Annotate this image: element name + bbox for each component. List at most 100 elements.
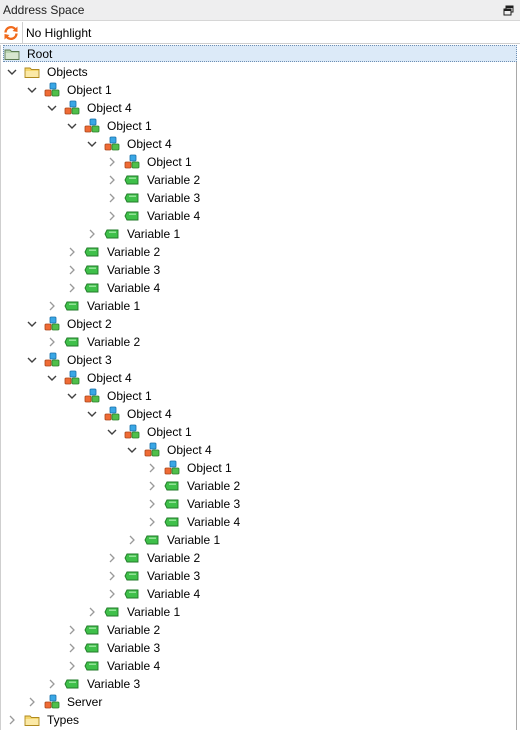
chevron-down-icon[interactable] [86, 138, 98, 150]
chevron-right-icon[interactable] [6, 714, 18, 726]
chevron-right-icon[interactable] [66, 624, 78, 636]
chevron-right-icon[interactable] [146, 516, 158, 528]
tree-node[interactable]: Variable 2 [1, 333, 517, 351]
tree-node-label: Variable 2 [147, 551, 201, 565]
chevron-right-icon[interactable] [66, 642, 78, 654]
tree-node[interactable]: Object 4 [1, 369, 517, 387]
chevron-right-icon[interactable] [86, 606, 98, 618]
tree-node-label: Variable 3 [87, 677, 141, 691]
tree-node[interactable]: Variable 1 [1, 297, 517, 315]
chevron-down-icon[interactable] [106, 426, 118, 438]
chevron-right-icon[interactable] [146, 480, 158, 492]
highlight-mode-button[interactable]: No Highlight [26, 26, 91, 40]
chevron-right-icon[interactable] [26, 696, 38, 708]
tree-node-label: Server [67, 695, 103, 709]
variable-icon [124, 193, 139, 203]
chevron-down-icon[interactable] [26, 354, 38, 366]
tree-node[interactable]: Variable 3 [1, 675, 517, 693]
chevron-right-icon[interactable] [46, 300, 58, 312]
tree-node[interactable]: Root [1, 45, 517, 63]
chevron-right-icon[interactable] [106, 588, 118, 600]
chevron-right-icon[interactable] [46, 678, 58, 690]
tree-node[interactable]: Variable 1 [1, 603, 517, 621]
tree-node[interactable]: Variable 2 [1, 549, 517, 567]
chevron-right-icon[interactable] [66, 246, 78, 258]
tree-node[interactable]: Object 3 [1, 351, 517, 369]
selection-highlight [3, 45, 517, 62]
tree-node[interactable]: Variable 2 [1, 621, 517, 639]
tree-node[interactable]: Variable 3 [1, 639, 517, 657]
tree-node[interactable]: Object 4 [1, 135, 517, 153]
chevron-right-icon[interactable] [66, 264, 78, 276]
chevron-right-icon[interactable] [66, 282, 78, 294]
tree-node-label: Variable 2 [107, 245, 161, 259]
tree-node[interactable]: Variable 1 [1, 531, 517, 549]
tree-node[interactable]: Variable 2 [1, 243, 517, 261]
tree-node[interactable]: Variable 2 [1, 171, 517, 189]
chevron-down-icon[interactable] [86, 408, 98, 420]
tree-node[interactable]: Object 1 [1, 153, 517, 171]
tree-node-label: Variable 2 [107, 623, 161, 637]
chevron-right-icon[interactable] [106, 156, 118, 168]
tree-node[interactable]: Variable 4 [1, 585, 517, 603]
chevron-down-icon[interactable] [46, 102, 58, 114]
chevron-right-icon[interactable] [106, 552, 118, 564]
address-space-tree[interactable]: Root Objects Object 1 Object 4 Object 1 Objec… [0, 45, 517, 730]
tree-node-label: Object 2 [67, 317, 112, 331]
tree-node[interactable]: Object 4 [1, 99, 517, 117]
tree-node[interactable]: Variable 3 [1, 261, 517, 279]
chevron-down-icon[interactable] [66, 390, 78, 402]
tree-node[interactable]: Variable 4 [1, 513, 517, 531]
chevron-down-icon[interactable] [26, 84, 38, 96]
chevron-down-icon[interactable] [26, 318, 38, 330]
tree-node[interactable]: Object 1 [1, 459, 517, 477]
tree-node[interactable]: Object 2 [1, 315, 517, 333]
chevron-down-icon[interactable] [66, 120, 78, 132]
chevron-right-icon[interactable] [106, 174, 118, 186]
chevron-right-icon[interactable] [106, 570, 118, 582]
chevron-right-icon[interactable] [146, 462, 158, 474]
tree-node[interactable]: Object 1 [1, 387, 517, 405]
tree-node[interactable]: Variable 3 [1, 189, 517, 207]
chevron-down-icon[interactable] [46, 372, 58, 384]
toolbar: No Highlight [0, 22, 520, 44]
tree-node[interactable]: Variable 4 [1, 279, 517, 297]
chevron-right-icon[interactable] [126, 534, 138, 546]
chevron-down-icon[interactable] [126, 444, 138, 456]
variable-icon [84, 247, 99, 257]
tree-node[interactable]: Server [1, 693, 517, 711]
tree-node[interactable]: Variable 4 [1, 207, 517, 225]
tree-node-label: Object 1 [187, 461, 232, 475]
tree-node[interactable]: Object 1 [1, 81, 517, 99]
tree-node[interactable]: Object 1 [1, 117, 517, 135]
chevron-right-icon[interactable] [46, 336, 58, 348]
chevron-right-icon[interactable] [66, 660, 78, 672]
chevron-right-icon[interactable] [106, 210, 118, 222]
tree-node[interactable]: Variable 3 [1, 567, 517, 585]
chevron-down-icon[interactable] [6, 66, 18, 78]
chevron-right-icon[interactable] [86, 228, 98, 240]
tree-node-label: Variable 1 [167, 533, 221, 547]
chevron-right-icon[interactable] [106, 192, 118, 204]
tree-node-label: Root [27, 47, 53, 61]
tree-node[interactable]: Object 1 [1, 423, 517, 441]
tree-node-label: Variable 4 [107, 281, 161, 295]
tree-node-label: Variable 3 [107, 641, 161, 655]
tree-node[interactable]: Objects [1, 63, 517, 81]
chevron-right-icon[interactable] [146, 498, 158, 510]
tree-node[interactable]: Object 4 [1, 441, 517, 459]
tree-node[interactable]: Variable 2 [1, 477, 517, 495]
tree-node[interactable]: Object 4 [1, 405, 517, 423]
tree-node-label: Object 4 [87, 101, 132, 115]
refresh-icon[interactable] [2, 24, 20, 42]
tree-node-label: Object 4 [127, 137, 172, 151]
tree-node[interactable]: Variable 3 [1, 495, 517, 513]
tree-node[interactable]: Types [1, 711, 517, 729]
tree-node[interactable]: Variable 1 [1, 225, 517, 243]
object-icon [84, 388, 100, 403]
restore-window-icon[interactable] [503, 5, 514, 16]
object-icon [64, 100, 80, 115]
variable-icon [84, 265, 99, 275]
object-icon [44, 352, 60, 367]
tree-node[interactable]: Variable 4 [1, 657, 517, 675]
